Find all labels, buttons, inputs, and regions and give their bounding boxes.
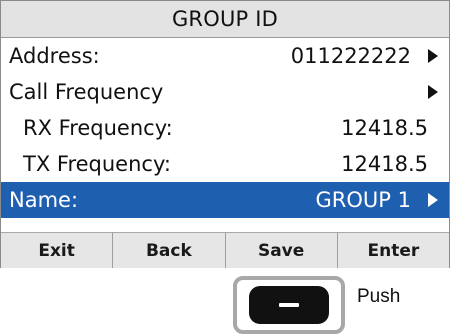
push-instruction-label: Push	[357, 286, 401, 307]
rx-frequency-row: RX Frequency: 12418.5	[1, 110, 449, 146]
menu-item-name[interactable]: Name: GROUP 1	[1, 182, 449, 218]
menu-item-call-frequency[interactable]: Call Frequency	[1, 74, 449, 110]
radio-display: GROUP ID Address: 011222222 Call Frequen…	[0, 0, 450, 268]
rx-frequency-value: 12418.5	[341, 116, 428, 140]
exit-softkey[interactable]: Exit	[1, 233, 112, 268]
right-arrow-icon	[428, 49, 438, 63]
tx-frequency-row: TX Frequency: 12418.5	[1, 146, 449, 182]
menu-item-address[interactable]: Address: 011222222	[1, 38, 449, 74]
minus-icon	[279, 303, 299, 307]
back-softkey[interactable]: Back	[112, 233, 224, 268]
name-value: GROUP 1	[315, 188, 411, 212]
name-label: Name:	[9, 188, 79, 212]
rx-frequency-label: RX Frequency:	[23, 116, 173, 140]
call-frequency-label: Call Frequency	[9, 80, 164, 104]
softkey-bar: Exit Back Save Enter	[1, 232, 449, 268]
softkey-hardware-button-frame	[233, 276, 345, 334]
save-softkey[interactable]: Save	[224, 233, 337, 268]
tx-frequency-label: TX Frequency:	[23, 152, 171, 176]
screen-title: GROUP ID	[1, 1, 449, 38]
address-value: 011222222	[290, 44, 411, 68]
address-label: Address:	[9, 44, 100, 68]
enter-softkey[interactable]: Enter	[336, 233, 449, 268]
minus-hardware-key[interactable]	[249, 286, 329, 324]
right-arrow-icon	[428, 85, 438, 99]
right-arrow-icon	[428, 193, 438, 207]
tx-frequency-value: 12418.5	[341, 152, 428, 176]
